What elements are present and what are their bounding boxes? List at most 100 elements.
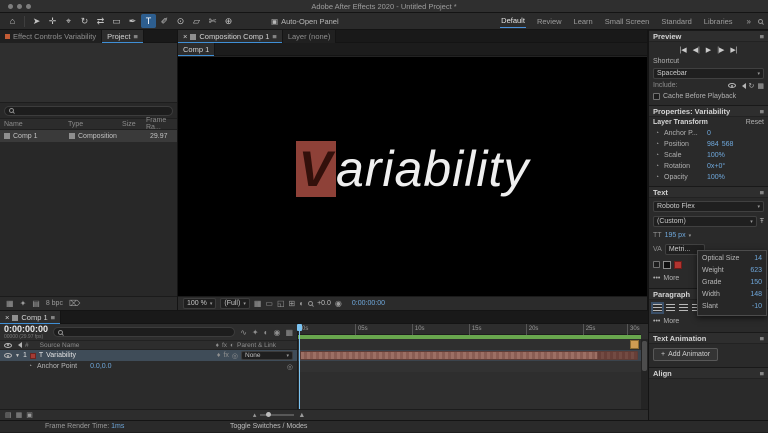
font-family-dropdown[interactable]: Roboto Flex ▾ [653,201,764,212]
graph-editor-icon[interactable]: ▦ [285,328,293,337]
tab-project[interactable]: Project ≡ [102,30,144,43]
eraser-tool-button[interactable]: ▱ [189,14,204,28]
next-frame-button[interactable]: |▶ [717,46,724,54]
timeline-zoom-slider[interactable] [260,414,294,416]
last-frame-button[interactable]: ▶| [730,46,737,54]
panel-menu-icon[interactable]: ≡ [760,188,764,197]
anchor-point-property-value[interactable]: 0.0,0.0 [90,363,111,370]
rotation-value[interactable]: 0x+0° [707,163,725,170]
scrollbar-thumb[interactable] [642,341,647,371]
panel-menu-icon[interactable]: ≡ [272,32,276,41]
align-right-icon[interactable] [679,304,688,312]
magnification-dropdown[interactable]: 100 % ▾ [183,298,216,309]
comp-marker-bin[interactable] [630,340,639,349]
include-audio-icon[interactable] [739,83,746,89]
puppet-tool-button[interactable]: ⊕ [221,14,236,28]
composition-viewport[interactable]: Variability [178,57,647,296]
playhead-handle[interactable] [297,324,302,331]
expand-layers-icon[interactable]: ▤ [5,411,12,419]
workspace-tab-standard[interactable]: Standard [660,15,692,28]
scale-value[interactable]: 100% [707,152,725,159]
workspace-tab-default[interactable]: Default [500,14,526,28]
align-center-icon[interactable] [666,304,675,312]
zoom-slider-knob[interactable] [266,412,271,417]
stopwatch-icon[interactable]: ◔ [653,174,661,181]
width-value[interactable]: 148 [750,289,762,301]
panel-menu-icon[interactable]: ≡ [760,32,764,41]
position-x-value[interactable]: 984 [707,141,719,148]
shortcut-dropdown[interactable]: Spacebar ▾ [653,68,764,79]
tab-layer[interactable]: Layer (none) [283,30,337,43]
pen-tool-button[interactable]: ✒ [125,14,140,28]
delete-item-icon[interactable]: ⌦ [69,299,80,308]
orbit-camera-tool-button[interactable]: ↻ [77,14,92,28]
motion-blur-icon[interactable]: ◉ [273,328,280,337]
fill-color-swatch[interactable] [663,261,671,269]
frame-blending-icon[interactable]: ◐ [264,328,269,337]
snapshot-icon[interactable]: ◉ [335,299,342,308]
slant-value[interactable]: -10 [752,301,762,313]
workspace-tab-learn[interactable]: Learn [573,15,594,28]
column-type[interactable]: Type [68,121,120,128]
layer-label-color[interactable] [30,353,36,359]
layer-fx-icon[interactable]: fx [223,352,228,359]
zoom-in-icon[interactable]: ▲ [298,412,305,419]
workspace-overflow-icon[interactable]: » [747,17,751,26]
selection-tool-button[interactable]: ➤ [29,14,44,28]
anchor-point-value[interactable]: 0 [707,130,711,137]
property-pickwhip-icon[interactable]: ◎ [287,363,293,371]
reset-transform-button[interactable]: Reset [746,119,764,126]
stopwatch-icon[interactable]: ◔ [26,363,34,370]
comp-text-layer[interactable]: Variability [296,140,530,198]
panel-menu-icon[interactable]: ≡ [51,313,55,322]
close-tab-icon[interactable]: × [183,32,187,41]
toggle-modes-icon[interactable]: ▦ [16,411,23,419]
home-tool-button[interactable]: ⌂ [5,14,20,28]
column-frame-rate[interactable]: Frame Ra... [146,117,173,131]
toggle-switches-modes-button[interactable]: Toggle Switches / Modes [230,421,307,433]
timeline-search-input[interactable] [53,327,235,337]
timeline-track-area[interactable]: 0s 05s 10s 15s 20s 25s 30s [298,324,648,409]
align-left-icon[interactable] [653,304,662,312]
project-bit-depth[interactable]: 8 bpc [46,300,63,307]
zoom-out-icon[interactable]: ▴ [253,411,257,419]
parent-link-dropdown[interactable]: None ▾ [241,351,293,360]
time-ruler[interactable]: 0s 05s 10s 15s 20s 25s 30s [298,324,641,335]
stopwatch-icon[interactable]: ◔ [653,141,661,148]
project-search-input[interactable] [4,106,173,116]
parent-pickwhip-icon[interactable]: ◎ [232,352,238,360]
text-more-button[interactable]: More [663,275,679,282]
source-name-column[interactable]: Source Name [40,342,80,349]
composition-mini-flowchart-icon[interactable]: ∿ [240,328,247,337]
camera-view-icon[interactable]: ◐ [299,299,304,308]
workspace-tab-review[interactable]: Review [536,15,563,28]
interpret-footage-icon[interactable]: ▦ [6,299,14,308]
tab-effect-controls[interactable]: Effect Controls Variability [0,30,102,43]
cache-before-playback-checkbox[interactable] [653,93,660,100]
include-layer-controls-icon[interactable]: ▦ [757,82,764,90]
column-name[interactable]: Name [4,121,66,128]
previous-frame-button[interactable]: ◀| [693,46,700,54]
paragraph-more-button[interactable]: More [663,318,679,325]
weight-value[interactable]: 623 [750,265,762,277]
column-size[interactable]: Size [122,121,144,128]
shape-tool-button[interactable]: ▭ [109,14,124,28]
stroke-color-swatch[interactable] [674,261,682,269]
grade-value[interactable]: 150 [750,277,762,289]
create-comp-icon[interactable]: ▤ [32,299,40,308]
add-animator-button[interactable]: + Add Animator [653,348,718,361]
layer-switches-icon[interactable]: ♦ [217,352,221,359]
transparency-grid-icon[interactable]: ⊞ [289,299,296,308]
layer-duration-bar[interactable] [300,351,638,360]
layer-visibility-icon[interactable] [4,353,12,358]
exposure-value[interactable]: +0.0 [317,300,331,307]
workspace-tab-libraries[interactable]: Libraries [703,15,734,28]
panel-menu-icon[interactable]: ≡ [760,369,764,378]
play-button[interactable]: ▶ [706,46,711,54]
selected-character[interactable]: V [296,141,336,197]
cache-before-playback-row[interactable]: Cache Before Playback [649,91,768,102]
more-options-icon[interactable]: ••• [653,275,660,282]
panel-menu-icon[interactable]: ≡ [133,32,137,41]
workspace-search-icon[interactable] [758,19,763,24]
stopwatch-icon[interactable]: ◔ [653,130,661,137]
